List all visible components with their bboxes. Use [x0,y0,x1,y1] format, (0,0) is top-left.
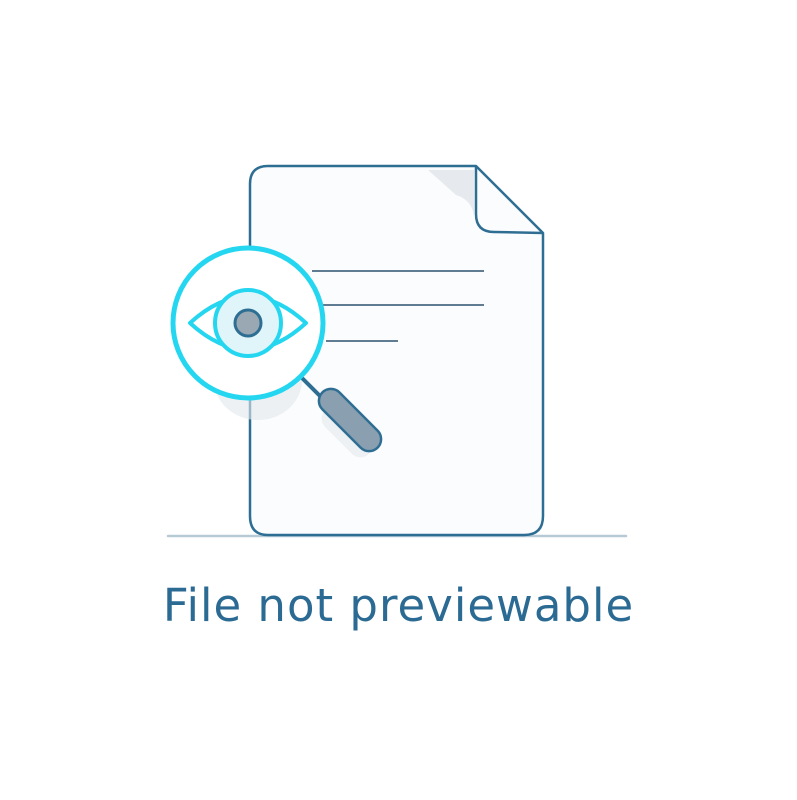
preview-unavailable-panel: File not previewable [0,0,797,800]
eye-pupil [233,308,263,338]
file-not-previewable-illustration [166,164,628,538]
not-previewable-message: File not previewable [162,579,635,632]
